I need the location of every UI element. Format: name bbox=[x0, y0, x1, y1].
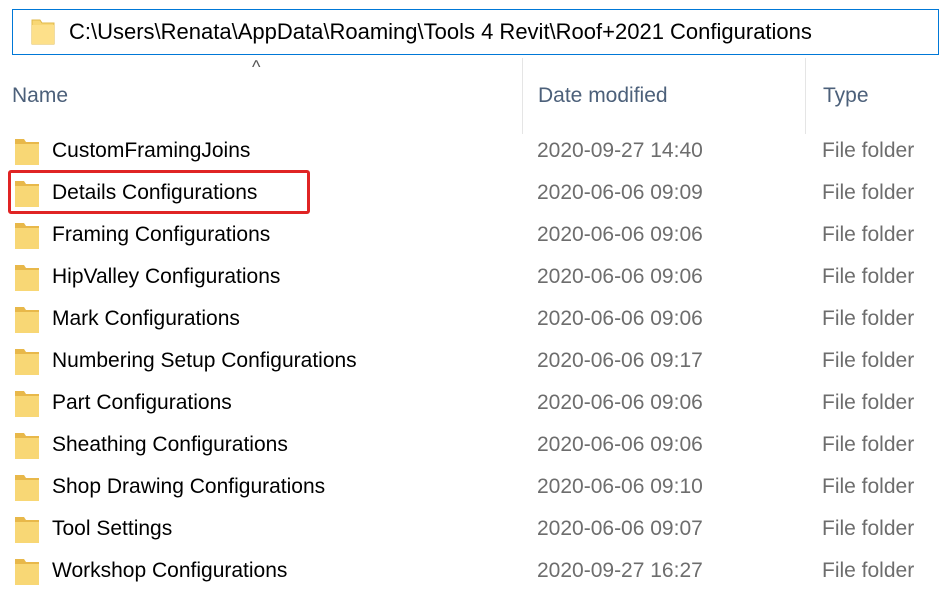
item-type: File folder bbox=[822, 475, 915, 498]
item-date-modified: 2020-06-06 09:10 bbox=[537, 475, 703, 498]
list-item[interactable]: Shop Drawing Configurations 2020-06-06 09… bbox=[0, 466, 951, 508]
item-type: File folder bbox=[822, 559, 915, 582]
item-name: Mark Configurations bbox=[52, 307, 240, 330]
item-date-modified: 2020-09-27 16:27 bbox=[537, 559, 703, 582]
column-header-date-label: Date modified bbox=[538, 84, 668, 107]
folder-icon bbox=[14, 388, 40, 418]
item-name: Framing Configurations bbox=[52, 223, 271, 246]
folder-icon bbox=[14, 178, 40, 208]
list-item[interactable]: Mark Configurations 2020-06-06 09:06 File … bbox=[0, 298, 951, 340]
folder-icon bbox=[14, 556, 40, 586]
item-name-cell: Part Configurations bbox=[14, 382, 232, 424]
item-name: Workshop Configurations bbox=[52, 559, 288, 582]
item-date-modified: 2020-06-06 09:17 bbox=[537, 349, 703, 372]
item-name: Sheathing Configurations bbox=[52, 433, 288, 456]
list-item[interactable]: Numbering Setup Configurations 2020-06-06… bbox=[0, 340, 951, 382]
item-name-cell: Details Configurations bbox=[14, 172, 257, 214]
item-type: File folder bbox=[822, 223, 915, 246]
column-header-type[interactable]: Type bbox=[805, 58, 951, 134]
item-name-cell: CustomFramingJoins bbox=[14, 130, 250, 172]
item-name: Part Configurations bbox=[52, 391, 232, 414]
item-name: Details Configurations bbox=[52, 181, 258, 204]
item-type: File folder bbox=[822, 265, 915, 288]
item-type: File folder bbox=[822, 139, 915, 162]
item-type: File folder bbox=[822, 307, 915, 330]
column-header-name-label: Name bbox=[12, 84, 69, 107]
item-name-cell: Tool Settings bbox=[14, 508, 172, 550]
item-name-cell: Shop Drawing Configurations bbox=[14, 466, 325, 508]
folder-icon bbox=[14, 514, 40, 544]
list-item[interactable]: Details Configurations 2020-06-06 09:09 Fi… bbox=[0, 172, 951, 214]
list-item[interactable]: Framing Configurations 2020-06-06 09:06 Fi… bbox=[0, 214, 951, 256]
list-item[interactable]: Workshop Configurations 2020-09-27 16:27 F… bbox=[0, 550, 951, 592]
folder-icon bbox=[14, 136, 40, 166]
item-name: HipValley Configurations bbox=[52, 265, 281, 288]
file-list: CustomFramingJoins 2020-09-27 14:40 File f… bbox=[0, 130, 951, 592]
item-name: Tool Settings bbox=[52, 517, 173, 540]
item-type: File folder bbox=[822, 517, 915, 540]
list-item[interactable]: CustomFramingJoins 2020-09-27 14:40 File f… bbox=[0, 130, 951, 172]
folder-icon bbox=[14, 430, 40, 460]
item-name-cell: Mark Configurations bbox=[14, 298, 240, 340]
folder-icon bbox=[14, 220, 40, 250]
item-type: File folder bbox=[822, 391, 915, 414]
column-header-type-label: Type bbox=[823, 84, 869, 107]
column-header-row: ^ Name Date modified Type bbox=[0, 58, 951, 134]
list-item[interactable]: Part Configurations 2020-06-06 09:06 File … bbox=[0, 382, 951, 424]
column-header-name[interactable]: Name bbox=[0, 58, 522, 134]
address-bar[interactable] bbox=[12, 9, 939, 55]
item-name-cell: Numbering Setup Configurations bbox=[14, 340, 357, 382]
item-type: File folder bbox=[822, 181, 915, 204]
item-name: CustomFramingJoins bbox=[52, 139, 251, 162]
item-date-modified: 2020-06-06 09:06 bbox=[537, 223, 703, 246]
column-header-date-modified[interactable]: Date modified bbox=[522, 58, 805, 134]
item-name: Shop Drawing Configurations bbox=[52, 475, 326, 498]
folder-icon bbox=[31, 17, 57, 47]
item-type: File folder bbox=[822, 433, 915, 456]
folder-icon bbox=[14, 304, 40, 334]
folder-icon bbox=[14, 262, 40, 292]
item-date-modified: 2020-06-06 09:06 bbox=[537, 265, 703, 288]
item-name-cell: Workshop Configurations bbox=[14, 550, 287, 592]
item-date-modified: 2020-06-06 09:06 bbox=[537, 307, 703, 330]
item-date-modified: 2020-06-06 09:07 bbox=[537, 517, 703, 540]
folder-icon bbox=[14, 346, 40, 376]
item-name-cell: Sheathing Configurations bbox=[14, 424, 288, 466]
item-name-cell: Framing Configurations bbox=[14, 214, 270, 256]
folder-icon bbox=[14, 472, 40, 502]
list-item[interactable]: Tool Settings 2020-06-06 09:07 File folder bbox=[0, 508, 951, 550]
item-name: Numbering Setup Configurations bbox=[52, 349, 357, 372]
item-date-modified: 2020-09-27 14:40 bbox=[537, 139, 703, 162]
item-date-modified: 2020-06-06 09:09 bbox=[537, 181, 703, 204]
item-type: File folder bbox=[822, 349, 915, 372]
address-input[interactable] bbox=[69, 12, 938, 52]
list-item[interactable]: Sheathing Configurations 2020-06-06 09:06… bbox=[0, 424, 951, 466]
list-item[interactable]: HipValley Configurations 2020-06-06 09:06… bbox=[0, 256, 951, 298]
item-date-modified: 2020-06-06 09:06 bbox=[537, 391, 703, 414]
item-date-modified: 2020-06-06 09:06 bbox=[537, 433, 703, 456]
item-name-cell: HipValley Configurations bbox=[14, 256, 280, 298]
